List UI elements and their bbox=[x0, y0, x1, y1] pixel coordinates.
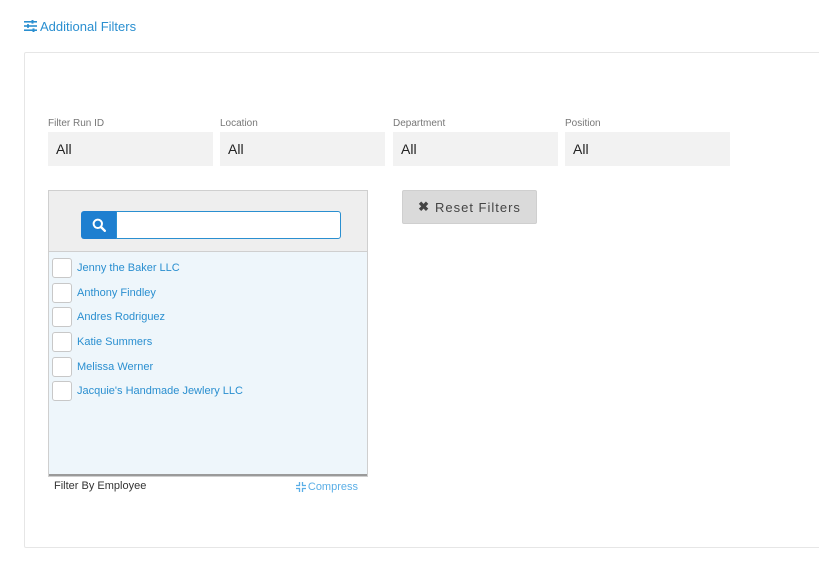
location-field: Location All bbox=[220, 117, 385, 166]
additional-filters-label: Additional Filters bbox=[40, 18, 137, 34]
employee-name[interactable]: Melissa Werner bbox=[77, 361, 153, 373]
employee-checkbox[interactable] bbox=[52, 282, 72, 303]
employee-checkbox[interactable] bbox=[52, 356, 72, 377]
employee-checkbox[interactable] bbox=[52, 307, 72, 328]
employee-filter-label: Filter By Employee bbox=[54, 480, 147, 492]
compress-button[interactable]: Compress bbox=[295, 481, 358, 493]
compress-icon bbox=[295, 482, 306, 492]
employee-checkbox[interactable] bbox=[52, 332, 72, 353]
employee-name[interactable]: Jacquie's Handmade Jewlery LLC bbox=[77, 385, 243, 397]
employee-checkbox[interactable] bbox=[52, 258, 72, 279]
department-select[interactable]: All bbox=[393, 132, 558, 166]
employee-name[interactable]: Anthony Findley bbox=[77, 287, 156, 299]
position-select[interactable]: All bbox=[565, 132, 730, 166]
employee-filter-box: Jenny the Baker LLC Anthony Findley Andr… bbox=[48, 190, 368, 477]
employee-name[interactable]: Jenny the Baker LLC bbox=[77, 262, 180, 274]
department-label: Department bbox=[393, 118, 446, 129]
employee-filter-footer: Filter By Employee Compress bbox=[48, 480, 368, 496]
close-icon: ✖ bbox=[418, 199, 430, 214]
list-item[interactable]: Melissa Werner bbox=[49, 354, 367, 379]
additional-filters-toggle[interactable]: Additional Filters bbox=[24, 17, 136, 35]
position-field: Position All bbox=[565, 117, 730, 166]
search-icon bbox=[92, 218, 106, 232]
location-select[interactable]: All bbox=[220, 132, 385, 166]
filters-panel: Filter Run ID All Location All Departmen… bbox=[24, 52, 819, 548]
filter-run-id-select[interactable]: All bbox=[48, 132, 213, 166]
employee-name[interactable]: Katie Summers bbox=[77, 336, 152, 348]
compress-label: Compress bbox=[307, 481, 358, 493]
employee-name[interactable]: Andres Rodriguez bbox=[77, 311, 165, 323]
employee-list: Jenny the Baker LLC Anthony Findley Andr… bbox=[49, 252, 367, 476]
reset-filters-button[interactable]: ✖ Reset Filters bbox=[402, 190, 537, 224]
filter-run-id-label: Filter Run ID bbox=[48, 118, 105, 129]
employee-search-input[interactable] bbox=[116, 211, 341, 239]
sliders-icon bbox=[24, 20, 37, 32]
employee-checkbox[interactable] bbox=[52, 381, 72, 402]
position-label: Position bbox=[565, 118, 601, 129]
reset-filters-label: Reset Filters bbox=[434, 199, 521, 215]
location-label: Location bbox=[220, 118, 258, 129]
employee-search-bar bbox=[49, 191, 367, 252]
list-item[interactable]: Katie Summers bbox=[49, 330, 367, 355]
search-button[interactable] bbox=[81, 211, 117, 239]
filter-run-id-field: Filter Run ID All bbox=[48, 117, 213, 166]
list-item[interactable]: Jacquie's Handmade Jewlery LLC bbox=[49, 379, 367, 404]
list-item[interactable]: Andres Rodriguez bbox=[49, 305, 367, 330]
list-item[interactable]: Anthony Findley bbox=[49, 281, 367, 306]
department-field: Department All bbox=[393, 117, 558, 166]
list-item[interactable]: Jenny the Baker LLC bbox=[49, 256, 367, 281]
